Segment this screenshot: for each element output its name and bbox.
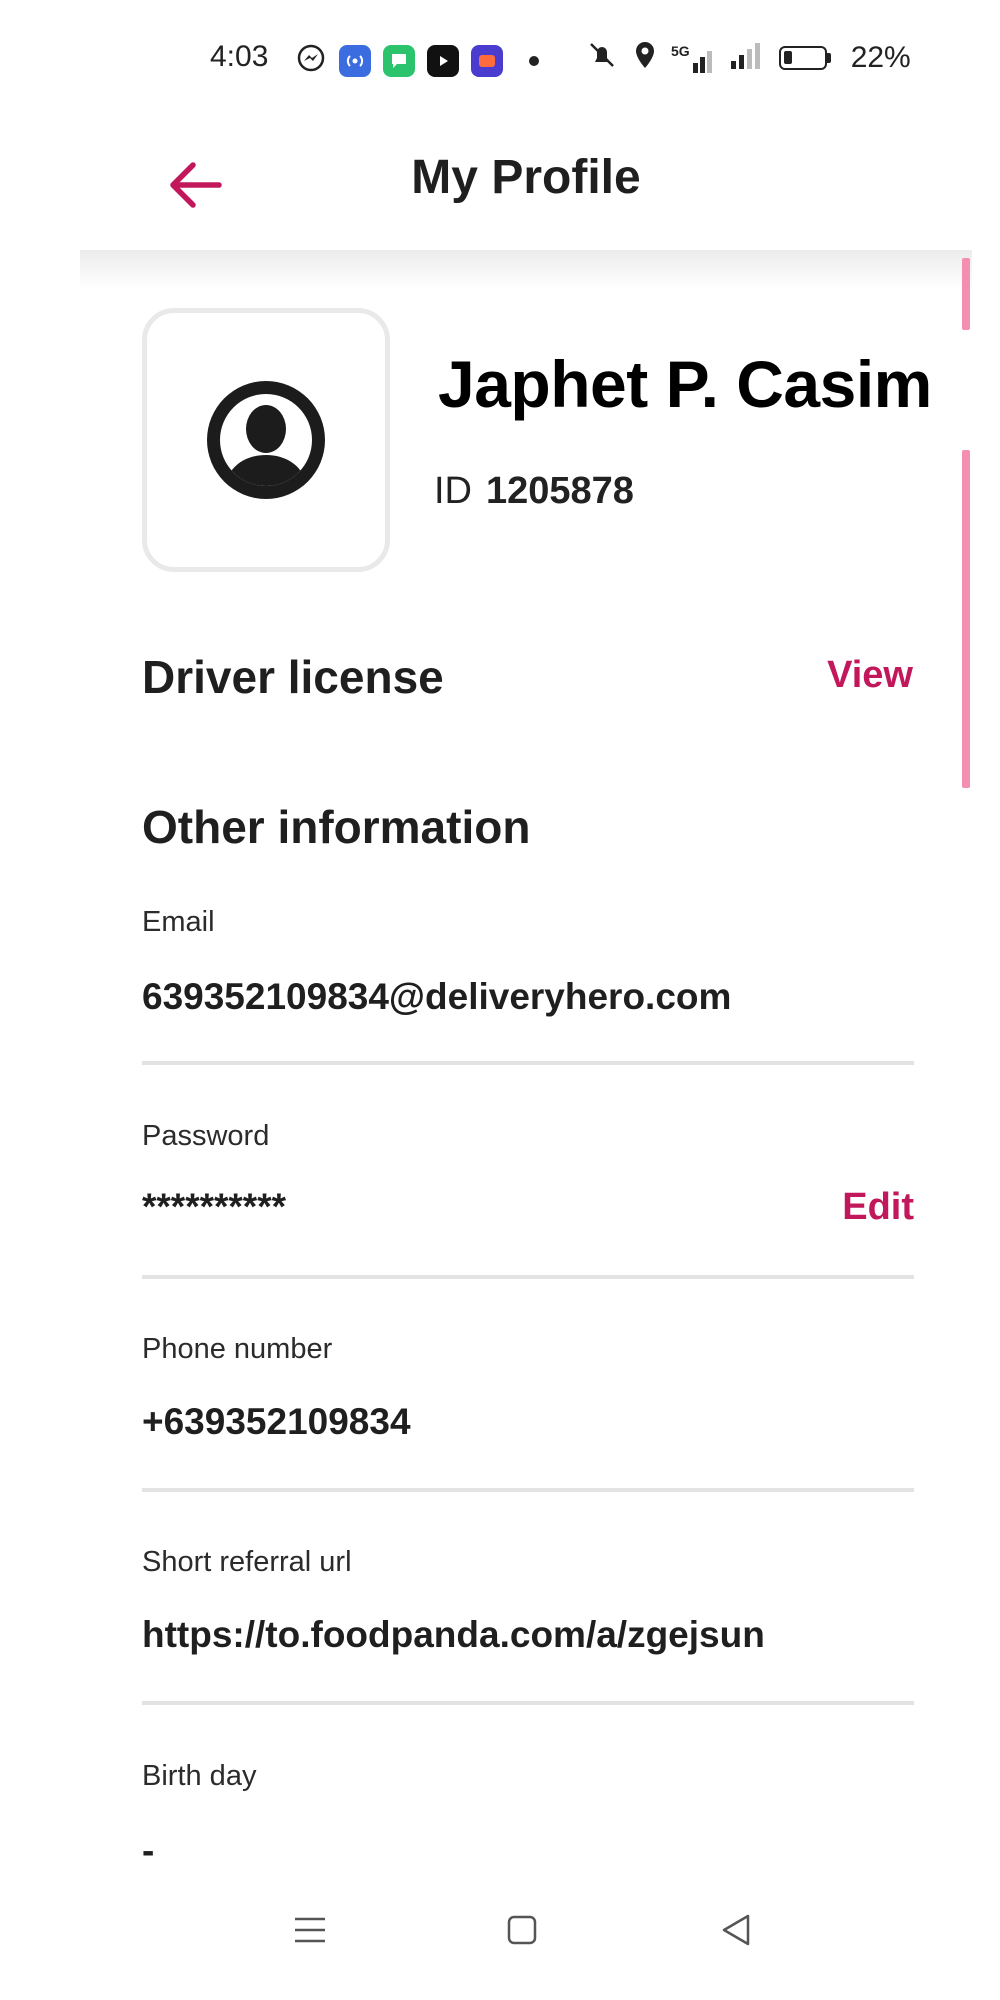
phone-number-field: Phone number +639352109834 [142, 1333, 914, 1493]
password-field: Password ********** Edit [142, 1120, 914, 1280]
battery-fill [783, 50, 792, 64]
password-value: ********** [142, 1186, 286, 1227]
profile-name: Japhet P. Casim [438, 347, 932, 421]
view-license-button[interactable]: View [827, 654, 913, 697]
back-nav-button[interactable] [696, 1890, 776, 1970]
edit-password-button[interactable]: Edit [842, 1186, 914, 1229]
referral-url-field: Short referral url https://to.foodpanda.… [142, 1546, 914, 1706]
app-header: My Profile [80, 120, 972, 250]
youtube-icon [427, 44, 459, 77]
battery-percent: 22% [850, 40, 911, 74]
system-navigation-bar [0, 1890, 1000, 1970]
driver-license-title: Driver license [142, 651, 444, 703]
signal-icon [730, 41, 765, 74]
divider [142, 1275, 914, 1279]
id-value: 1205878 [486, 470, 634, 512]
battery-icon [778, 45, 831, 70]
system-icons: 5G 22% [585, 40, 911, 75]
referral-url-label: Short referral url [142, 1546, 352, 1578]
other-information-title: Other information [142, 801, 531, 853]
mute-icon [585, 40, 619, 75]
home-square-icon [507, 1915, 537, 1945]
status-time: 4:03 [210, 40, 269, 73]
email-label: Email [142, 906, 215, 938]
status-bar: 4:03 5G 22% [0, 0, 1000, 120]
user-avatar-icon [207, 381, 325, 499]
phone-number-value: +639352109834 [142, 1401, 411, 1442]
back-triangle-icon [722, 1914, 750, 1946]
scroll-indicator-thumb[interactable] [962, 450, 970, 788]
divider [142, 1061, 914, 1065]
divider [142, 1488, 914, 1492]
birthday-value: - [142, 1830, 155, 1871]
email-value: 639352109834@deliveryhero.com [142, 976, 732, 1017]
notification-icons [295, 42, 539, 79]
home-button[interactable] [482, 1890, 562, 1970]
email-field: Email 639352109834@deliveryhero.com [142, 906, 914, 1066]
messenger-icon [295, 42, 327, 79]
page-title: My Profile [411, 151, 641, 204]
signal-5g-icon: 5G [671, 43, 717, 73]
birthday-label: Birth day [142, 1760, 257, 1792]
divider [142, 1701, 914, 1705]
profile-id: ID 1205878 [434, 470, 634, 513]
avatar[interactable] [142, 308, 390, 572]
password-label: Password [142, 1120, 270, 1152]
menu-icon [295, 1917, 325, 1943]
lazada-icon [471, 44, 503, 77]
referral-url-value: https://to.foodpanda.com/a/zgejsun [142, 1614, 765, 1655]
chat-app-icon [383, 44, 415, 77]
network-type-label: 5G [671, 42, 690, 59]
scroll-indicator-top [962, 258, 970, 330]
header-shadow [80, 250, 972, 290]
menu-button[interactable] [270, 1890, 350, 1970]
location-icon [633, 40, 657, 75]
more-notifications-dot [529, 55, 539, 66]
broadcast-icon [339, 44, 371, 77]
phone-number-label: Phone number [142, 1333, 333, 1365]
birthday-field: Birth day - [142, 1760, 914, 1871]
id-label: ID [434, 470, 472, 512]
